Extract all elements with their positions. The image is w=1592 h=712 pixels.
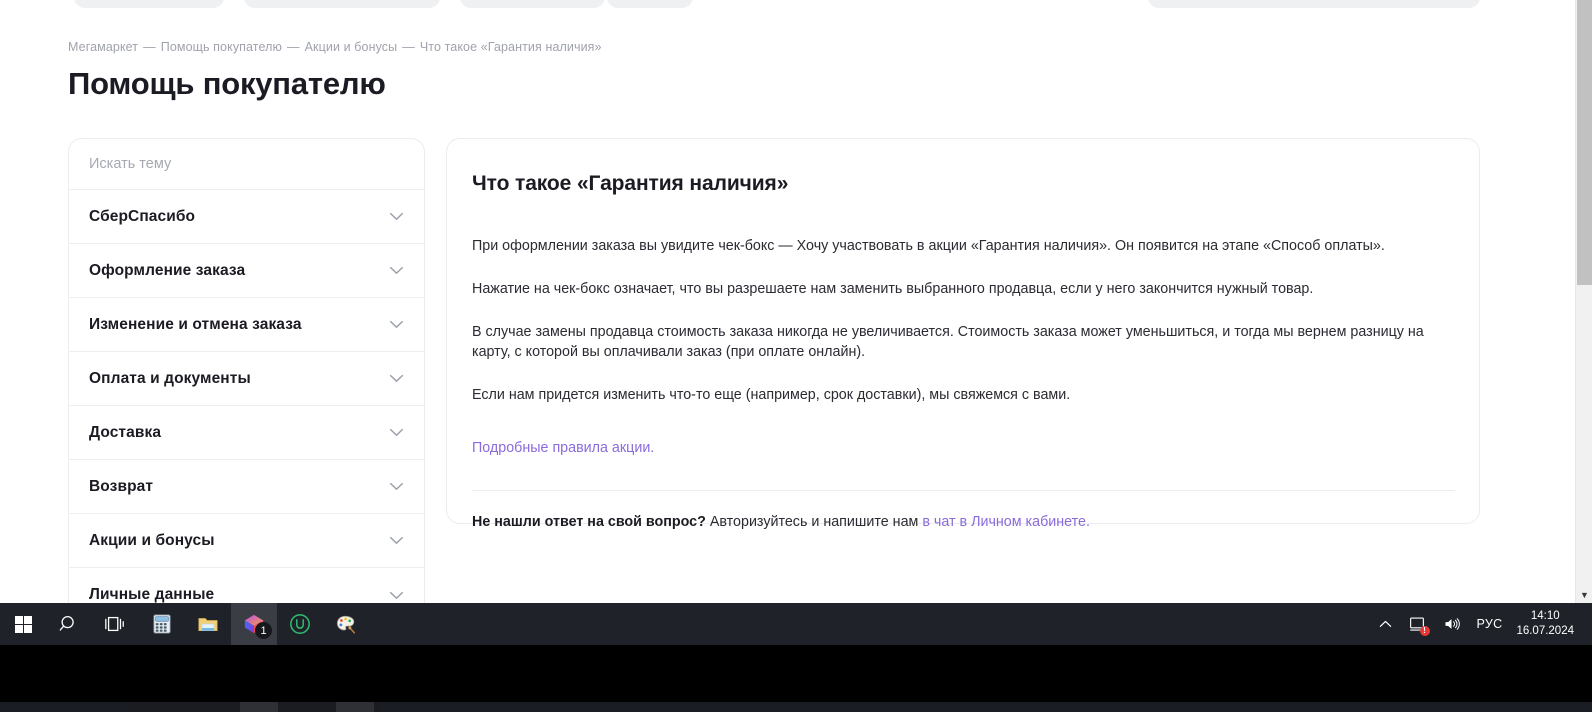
browser-viewport: Мегамаркет — Помощь покупателю — Акции и бон… bbox=[0, 0, 1592, 603]
chevron-down-icon[interactable] bbox=[389, 482, 404, 491]
breadcrumb-item-2[interactable]: Акции и бонусы bbox=[305, 40, 398, 54]
chevron-down-icon[interactable] bbox=[389, 428, 404, 437]
chevron-down-icon[interactable] bbox=[389, 536, 404, 545]
article-paragraph: В случае замены продавца стоимость заказ… bbox=[472, 324, 1424, 360]
letter-u-icon bbox=[290, 614, 310, 634]
article-paragraph: Если нам придется изменить что-то еще (н… bbox=[472, 387, 1071, 403]
sidebar-item-label: Доставка bbox=[89, 423, 162, 441]
sidebar-item-oplata-i-dokumenty[interactable]: Оплата и документы bbox=[69, 352, 424, 406]
alert-badge: ! bbox=[1419, 626, 1430, 636]
search-topic-row[interactable] bbox=[69, 139, 424, 190]
cutoff-chip bbox=[1148, 0, 1480, 8]
ghost-icon bbox=[240, 702, 278, 712]
app-u-button[interactable] bbox=[277, 603, 323, 645]
clock-date: 16.07.2024 bbox=[1516, 625, 1574, 637]
windows-logo-icon bbox=[14, 615, 32, 633]
article-card: Что такое «Гарантия наличия» При оформле… bbox=[446, 138, 1480, 530]
breadcrumb-separator: — bbox=[402, 40, 415, 54]
chevron-up-icon bbox=[1379, 620, 1391, 627]
sidebar-item-label: Акции и бонусы bbox=[89, 531, 215, 549]
network-button[interactable]: ! bbox=[1400, 603, 1434, 645]
chevron-down-icon[interactable] bbox=[389, 591, 404, 600]
sidebar-item-izmenenie-i-otmena-zakaza[interactable]: Изменение и отмена заказа bbox=[69, 298, 424, 352]
volume-button[interactable] bbox=[1434, 603, 1469, 645]
not-found-text: Авторизуйтесь и напишите нам bbox=[709, 514, 919, 530]
promo-rules-link[interactable]: Подробные правила акции. bbox=[472, 440, 654, 456]
sidebar-item-label: Изменение и отмена заказа bbox=[89, 315, 302, 333]
chevron-down-icon[interactable] bbox=[389, 266, 404, 275]
ghost-icon bbox=[336, 702, 374, 712]
search-icon bbox=[59, 616, 74, 631]
tray-overflow-button[interactable] bbox=[1371, 603, 1400, 645]
sidebar-item-oformlenie-zakaza[interactable]: Оформление заказа bbox=[69, 244, 424, 298]
task-view-button[interactable] bbox=[92, 603, 138, 645]
cutoff-chip bbox=[74, 0, 224, 8]
calculator-button[interactable] bbox=[139, 603, 185, 645]
ghost-taskbar-strip bbox=[0, 702, 1592, 712]
screenshot-black-area bbox=[0, 645, 1592, 712]
cutoff-chip bbox=[460, 0, 605, 8]
paint-palette-icon bbox=[336, 615, 356, 634]
breadcrumb-item-3: Что такое «Гарантия наличия» bbox=[419, 40, 602, 54]
sidebar-item-label: Оплата и документы bbox=[89, 369, 251, 387]
page-title: Помощь покупателю bbox=[68, 66, 386, 101]
browser-button[interactable]: 1 bbox=[231, 603, 277, 645]
page-scrollbar[interactable]: ▼ bbox=[1575, 0, 1592, 603]
folder-icon bbox=[198, 618, 218, 631]
cutoff-chip bbox=[244, 0, 440, 8]
cutoff-chip bbox=[607, 0, 693, 8]
task-view-icon bbox=[105, 616, 124, 632]
personal-account-chat-link[interactable]: в чат в Личном кабинете. bbox=[922, 514, 1090, 530]
notification-badge: 1 bbox=[255, 622, 272, 639]
clock[interactable]: 14:10 16.07.2024 bbox=[1510, 603, 1584, 645]
sidebar-item-sberspasibo[interactable]: СберСпасибо bbox=[69, 190, 424, 244]
sidebar-item-label: Оформление заказа bbox=[89, 261, 246, 279]
help-topics-sidebar: СберСпасибо Оформление заказа Изменение … bbox=[68, 138, 425, 603]
search-button[interactable] bbox=[46, 603, 92, 645]
sidebar-item-label: Личные данные bbox=[89, 586, 215, 603]
system-tray: ! РУС 14:10 16.07.2024 bbox=[1371, 603, 1592, 645]
chevron-down-icon[interactable] bbox=[389, 212, 404, 221]
not-found-answer-row: Не нашли ответ на свой вопрос? Авторизуй… bbox=[472, 514, 1447, 530]
sidebar-item-dostavka[interactable]: Доставка bbox=[69, 406, 424, 460]
not-found-question: Не нашли ответ на свой вопрос? bbox=[472, 514, 706, 530]
breadcrumb-item-0[interactable]: Мегамаркет bbox=[68, 40, 138, 54]
article-paragraph: Нажатие на чек-бокс означает, что вы раз… bbox=[472, 281, 1314, 297]
breadcrumb-item-1[interactable]: Помощь покупателю bbox=[161, 40, 282, 54]
breadcrumb-separator: — bbox=[287, 40, 300, 54]
sidebar-item-vozvrat[interactable]: Возврат bbox=[69, 460, 424, 514]
sidebar-item-label: Возврат bbox=[89, 477, 154, 495]
article-paragraph: При оформлении заказа вы увидите чек-бок… bbox=[472, 238, 1385, 254]
clock-time: 14:10 bbox=[1530, 610, 1560, 622]
breadcrumb-separator: — bbox=[143, 40, 156, 54]
sidebar-item-label: СберСпасибо bbox=[89, 207, 196, 225]
windows-taskbar: 1 bbox=[0, 603, 1592, 645]
calculator-icon bbox=[153, 614, 171, 634]
chevron-down-icon[interactable] bbox=[389, 320, 404, 329]
divider bbox=[472, 490, 1455, 491]
start-button[interactable] bbox=[0, 603, 46, 645]
chevron-down-icon[interactable] bbox=[389, 374, 404, 383]
breadcrumb: Мегамаркет — Помощь покупателю — Акции и бон… bbox=[68, 40, 602, 54]
sidebar-item-akcii-i-bonusy[interactable]: Акции и бонусы bbox=[69, 514, 424, 568]
sidebar-item-lichnye-dannye[interactable]: Личные данные bbox=[69, 568, 424, 603]
language-indicator[interactable]: РУС bbox=[1469, 603, 1511, 645]
scrollbar-thumb[interactable] bbox=[1577, 0, 1592, 285]
search-input[interactable] bbox=[89, 156, 404, 172]
article-title: Что такое «Гарантия наличия» bbox=[472, 172, 789, 195]
speaker-icon bbox=[1445, 618, 1460, 630]
file-explorer-button[interactable] bbox=[185, 603, 231, 645]
paint-button[interactable] bbox=[323, 603, 369, 645]
scroll-down-arrow-icon[interactable]: ▼ bbox=[1576, 590, 1592, 600]
top-cutoff-chips bbox=[0, 0, 1560, 8]
